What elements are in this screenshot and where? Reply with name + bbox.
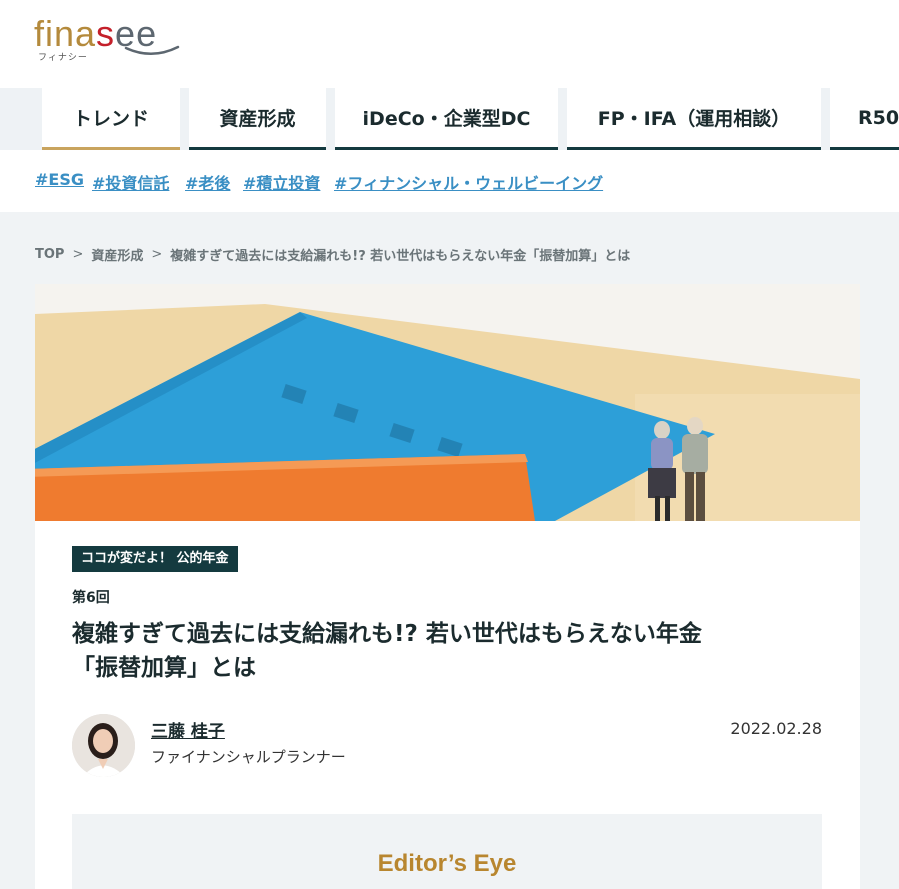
editors-eye-heading: Editor’s Eye: [377, 850, 517, 877]
editors-eye-box: Editor’s Eye: [72, 814, 822, 889]
nav-item-r50[interactable]: R50: [830, 88, 899, 150]
tag-accumulation[interactable]: #積立投資: [243, 170, 320, 194]
category-nav: トレンド 資産形成 iDeCo・企業型DC FP・IFA（運用相談） R50: [0, 88, 899, 150]
breadcrumb-current: 複雑すぎて過去には支給漏れも!? 若い世代はもらえない年金「振替加算」とは: [170, 249, 631, 264]
nav-item-fp-ifa[interactable]: FP・IFA（運用相談）: [567, 88, 821, 150]
breadcrumb-top[interactable]: TOP: [35, 247, 64, 262]
tag-investment-trust[interactable]: #投資信託: [92, 170, 169, 194]
article-title: 複雑すぎて過去には支給漏れも!? 若い世代はもらえない年金 「振替加算」とは: [72, 617, 832, 685]
author-role: ファイナンシャルプランナー: [151, 748, 346, 766]
breadcrumb-separator: >: [72, 247, 84, 262]
title-line-1: 複雑すぎて過去には支給漏れも!? 若い世代はもらえない年金: [72, 621, 702, 647]
nav-item-trend[interactable]: トレンド: [42, 88, 180, 150]
article-card: ココが変だよ！ 公的年金 第6回 複雑すぎて過去には支給漏れも!? 若い世代はも…: [35, 284, 860, 889]
tag-esg[interactable]: #ESG: [35, 170, 84, 189]
tag-bar: #ESG #投資信託 #老後 #積立投資 #フィナンシャル・ウェルビーイング: [0, 150, 899, 212]
title-line-2: 「振替加算」とは: [72, 655, 256, 681]
pension-book-illustration: [35, 284, 860, 521]
series-badge[interactable]: ココが変だよ！ 公的年金: [72, 546, 238, 572]
tag-financial-wellbeing[interactable]: #フィナンシャル・ウェルビーイング: [334, 170, 603, 194]
site-logo[interactable]: finasee フィナシー: [34, 14, 184, 68]
logo-smile-icon: [124, 45, 180, 55]
breadcrumb-separator: >: [151, 247, 163, 262]
site-header: finasee フィナシー: [0, 0, 899, 88]
author-avatar[interactable]: [72, 714, 135, 777]
breadcrumb: TOP > 資産形成 > 複雑すぎて過去には支給漏れも!? 若い世代はもらえない…: [35, 245, 630, 264]
author-name-link[interactable]: 三藤 桂子: [151, 717, 225, 742]
nav-item-asset-building[interactable]: 資産形成: [189, 88, 326, 150]
episode-number: 第6回: [72, 590, 110, 606]
tag-retirement[interactable]: #老後: [185, 170, 230, 194]
nav-item-ideco[interactable]: iDeCo・企業型DC: [335, 88, 558, 150]
breadcrumb-category[interactable]: 資産形成: [91, 245, 143, 264]
hero-image: [35, 284, 860, 521]
logo-subtitle: フィナシー: [38, 53, 88, 63]
publish-date: 2022.02.28: [730, 719, 822, 738]
